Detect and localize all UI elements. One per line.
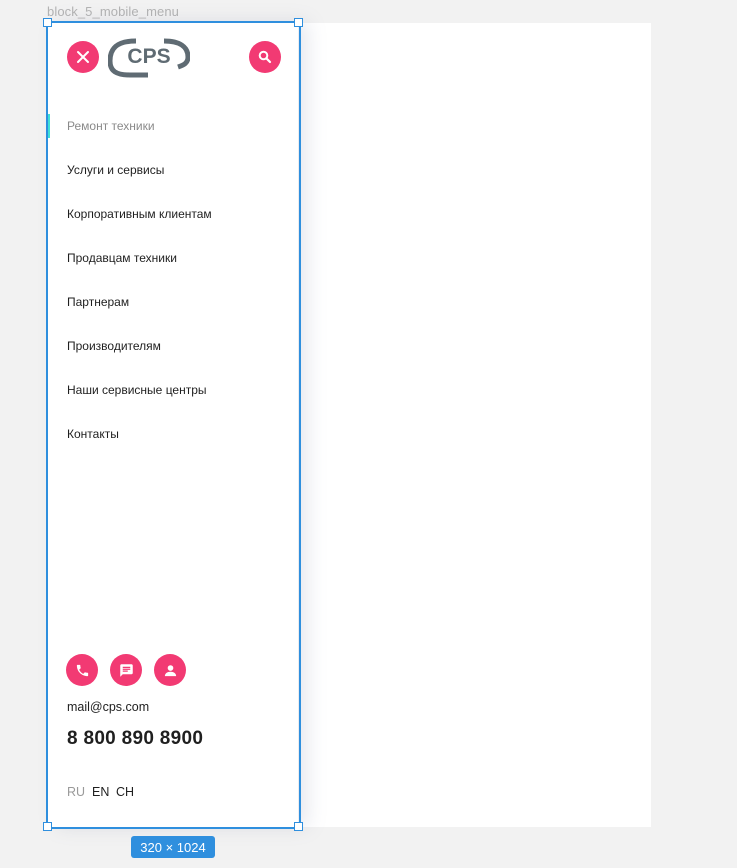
cps-logo: CPS	[107, 37, 191, 79]
logo-text: CPS	[127, 45, 170, 68]
phone-icon	[76, 664, 88, 676]
account-button[interactable]	[154, 654, 186, 686]
nav-item-partners[interactable]: Партнерам	[67, 295, 129, 309]
close-button[interactable]	[67, 41, 99, 73]
lang-ru[interactable]: RU	[67, 785, 85, 799]
nav-item-contacts[interactable]: Контакты	[67, 427, 119, 441]
nav-item-services[interactable]: Услуги и сервисы	[67, 163, 164, 177]
active-item-marker	[46, 114, 50, 138]
canvas-background	[298, 23, 651, 827]
contact-email[interactable]: mail@cps.com	[67, 700, 149, 714]
contact-phone[interactable]: 8 800 890 8900	[67, 728, 203, 750]
chat-icon	[119, 663, 133, 677]
user-icon	[164, 664, 176, 676]
chat-button[interactable]	[110, 654, 142, 686]
nav-item-corporate[interactable]: Корпоративным клиентам	[67, 207, 212, 221]
lang-ch[interactable]: CH	[116, 785, 134, 799]
lang-en[interactable]: EN	[92, 785, 109, 799]
search-icon	[258, 50, 272, 64]
nav-item-service-centers[interactable]: Наши сервисные центры	[67, 383, 207, 397]
frame-label: block_5_mobile_menu	[47, 4, 179, 19]
close-icon	[77, 51, 89, 63]
search-button[interactable]	[249, 41, 281, 73]
call-button[interactable]	[66, 654, 98, 686]
nav-item-sellers[interactable]: Продавцам техники	[67, 251, 177, 265]
size-badge: 320 × 1024	[131, 836, 215, 858]
nav-item-repair[interactable]: Ремонт техники	[67, 119, 155, 133]
nav-item-manufacturers[interactable]: Производителям	[67, 339, 161, 353]
